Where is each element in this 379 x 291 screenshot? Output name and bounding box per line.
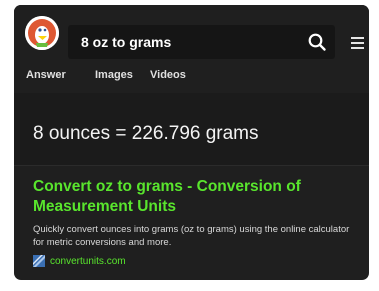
tab-images[interactable]: Images: [95, 69, 133, 81]
search-input[interactable]: [81, 34, 291, 50]
tab-answer[interactable]: Answer: [26, 69, 66, 81]
phone-screen: Answer Images Videos 8 ounces = 226.796 …: [14, 5, 369, 280]
convertunits-favicon-icon: [33, 255, 45, 267]
result-title-link[interactable]: Convert oz to grams - Conversion of Meas…: [33, 177, 355, 217]
duckduckgo-logo-icon[interactable]: [25, 16, 59, 50]
search-box[interactable]: [68, 25, 335, 59]
search-header: [14, 5, 369, 71]
instant-answer-panel: 8 ounces = 226.796 grams: [14, 93, 369, 165]
search-icon[interactable]: [307, 32, 327, 52]
result-url-row: convertunits.com: [33, 254, 355, 268]
divider: [14, 165, 369, 166]
instant-answer-text: 8 ounces = 226.796 grams: [33, 123, 259, 144]
tab-videos[interactable]: Videos: [150, 69, 186, 81]
hamburger-menu-icon[interactable]: [351, 37, 364, 49]
search-result: Convert oz to grams - Conversion of Meas…: [33, 177, 355, 268]
result-url[interactable]: convertunits.com: [50, 256, 126, 267]
result-snippet: Quickly convert ounces into grams (oz to…: [33, 224, 350, 248]
